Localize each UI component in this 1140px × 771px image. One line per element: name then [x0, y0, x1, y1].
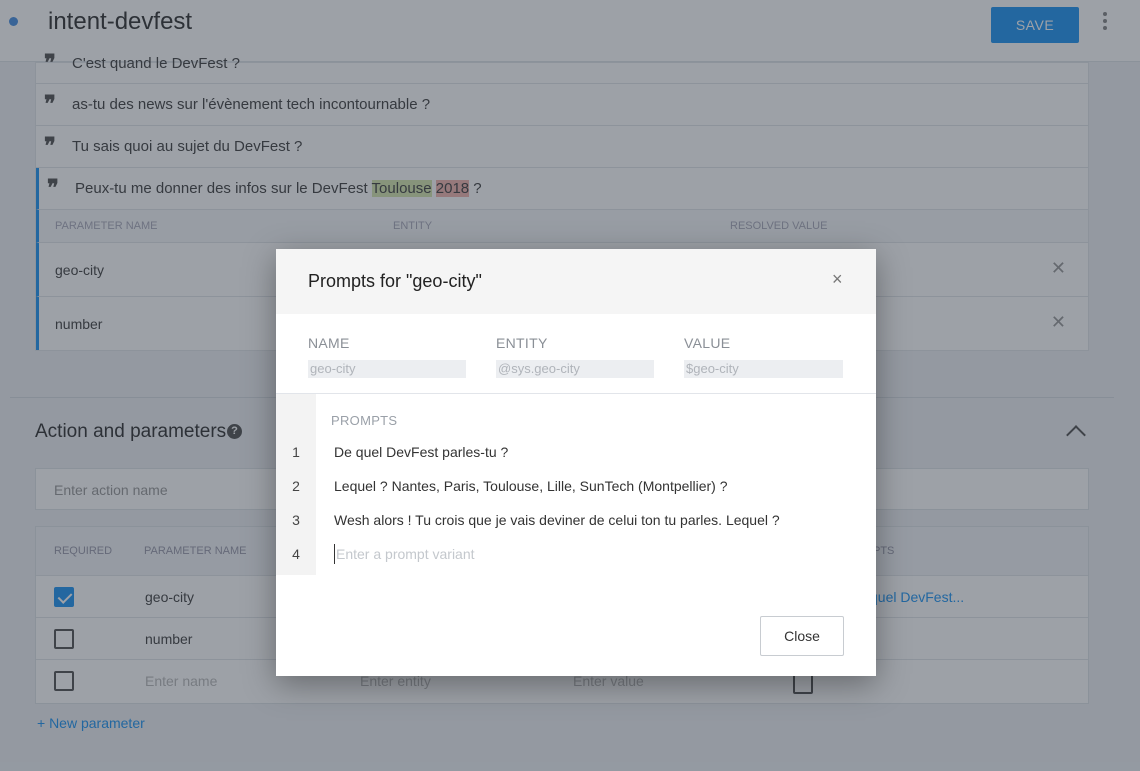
- line-number: 1: [292, 444, 300, 460]
- name-label: NAME: [308, 335, 350, 351]
- prompt-text[interactable]: Lequel ? Nantes, Paris, Toulouse, Lille,…: [334, 478, 728, 494]
- value-field: VALUE $geo-city: [684, 335, 843, 378]
- prompt-line-new[interactable]: 4: [276, 539, 876, 573]
- value-value: $geo-city: [684, 360, 843, 378]
- dialog-header: Prompts for "geo-city" ×: [276, 249, 876, 314]
- close-icon[interactable]: ×: [832, 269, 843, 290]
- prompt-text[interactable]: Wesh alors ! Tu crois que je vais devine…: [334, 512, 780, 528]
- dialog-title: Prompts for "geo-city": [308, 271, 482, 291]
- prompt-line[interactable]: 1 De quel DevFest parles-tu ?: [276, 437, 876, 471]
- prompts-dialog: Prompts for "geo-city" × NAME geo-city E…: [276, 249, 876, 676]
- entity-label: ENTITY: [496, 335, 548, 351]
- name-field: NAME geo-city: [308, 335, 466, 378]
- line-number: 2: [292, 478, 300, 494]
- prompts-editor: PROMPTS 1 De quel DevFest parles-tu ? 2 …: [276, 394, 876, 575]
- prompt-variant-input[interactable]: [334, 544, 834, 564]
- prompt-line[interactable]: 3 Wesh alors ! Tu crois que je vais devi…: [276, 505, 876, 539]
- prompt-text[interactable]: De quel DevFest parles-tu ?: [334, 444, 508, 460]
- line-number: 4: [292, 546, 300, 562]
- name-value: geo-city: [308, 360, 466, 378]
- prompts-label: PROMPTS: [331, 413, 398, 428]
- prompt-line[interactable]: 2 Lequel ? Nantes, Paris, Toulouse, Lill…: [276, 471, 876, 505]
- line-number: 3: [292, 512, 300, 528]
- dialog-fields: NAME geo-city ENTITY @sys.geo-city VALUE…: [276, 314, 876, 394]
- close-button[interactable]: Close: [760, 616, 844, 656]
- value-label: VALUE: [684, 335, 731, 351]
- entity-value: @sys.geo-city: [496, 360, 654, 378]
- entity-field: ENTITY @sys.geo-city: [496, 335, 654, 378]
